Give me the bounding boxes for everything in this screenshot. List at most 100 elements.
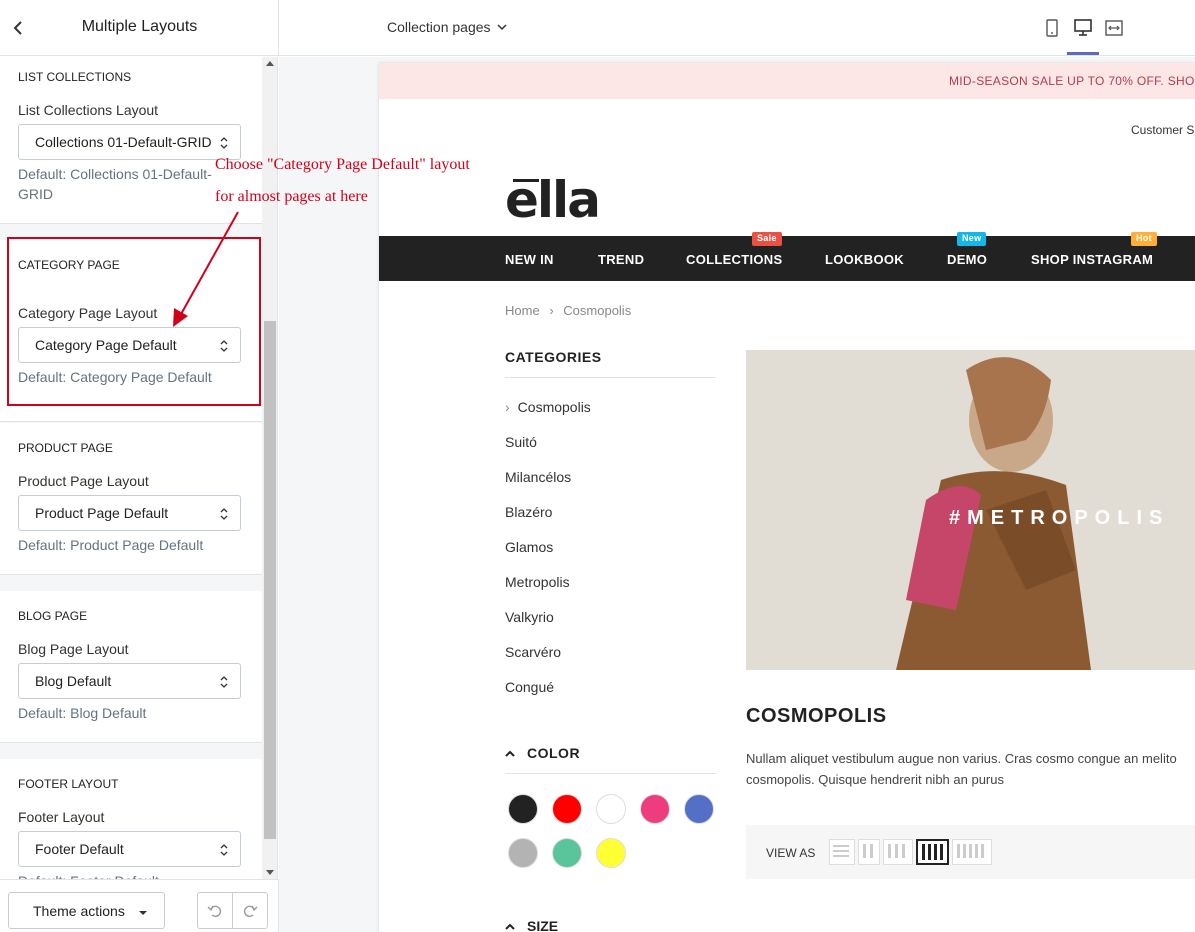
redo-button[interactable] xyxy=(232,893,267,928)
nav-item-shop-instagram[interactable]: SHOP INSTAGRAM Hot xyxy=(1031,232,1157,267)
select-value: Footer Default xyxy=(35,841,124,857)
section-heading: FOOTER LAYOUT xyxy=(18,777,119,791)
view-grid-4-button[interactable] xyxy=(916,839,949,865)
theme-actions-label: Theme actions xyxy=(33,903,125,919)
blog-page-layout-select[interactable]: Blog Default xyxy=(18,663,241,699)
field-label: List Collections Layout xyxy=(18,102,159,118)
color-swatch-blue[interactable] xyxy=(684,794,714,824)
category-item[interactable]: Valkyrio xyxy=(505,609,554,625)
list-view-icon xyxy=(833,845,849,857)
color-swatch-black[interactable] xyxy=(508,794,538,824)
page-type-label: Collection pages xyxy=(387,19,491,35)
scrollbar-thumb[interactable] xyxy=(264,321,276,839)
grid-2-icon xyxy=(863,844,873,858)
sale-badge: Sale xyxy=(752,232,782,246)
color-heading-label: COLOR xyxy=(527,745,581,761)
nav-label: COLLECTIONS xyxy=(686,252,783,267)
field-label: Blog Page Layout xyxy=(18,641,129,657)
nav-label: SHOP INSTAGRAM xyxy=(1031,252,1154,267)
sidebar-header: Multiple Layouts xyxy=(0,0,279,56)
category-item[interactable]: Suitó xyxy=(505,434,537,450)
page-title: Multiple Layouts xyxy=(81,18,198,35)
theme-actions-button[interactable]: Theme actions xyxy=(8,892,165,929)
category-item[interactable]: Glamos xyxy=(505,539,553,555)
category-item[interactable]: Blazéro xyxy=(505,504,552,520)
section-heading: BLOG PAGE xyxy=(18,609,88,623)
help-text: Default: Collections 01-Default-GRID xyxy=(18,166,212,202)
collection-title: COSMOPOLIS xyxy=(746,705,887,727)
view-list-button[interactable] xyxy=(829,839,855,865)
section-product-page: PRODUCT PAGE Product Page Layout Product… xyxy=(0,423,262,575)
mobile-view-button[interactable] xyxy=(1040,16,1064,40)
desktop-icon xyxy=(1074,19,1092,36)
hot-badge: Hot xyxy=(1131,232,1157,246)
logo-macron xyxy=(513,179,539,182)
footer-layout-select[interactable]: Footer Default xyxy=(18,831,241,867)
page-type-selector[interactable]: Collection pages xyxy=(387,19,507,35)
help-text: Default: Footer Default xyxy=(18,871,159,879)
color-swatch-red[interactable] xyxy=(552,794,582,824)
top-bar: Multiple Layouts Collection pages xyxy=(0,0,1195,56)
category-item[interactable]: › Cosmopolis xyxy=(505,399,591,415)
category-label: Cosmopolis xyxy=(517,399,591,415)
nav-item-demo[interactable]: DEMO New xyxy=(947,232,988,267)
list-collections-layout-select[interactable]: Collections 01-Default-GRID xyxy=(18,124,241,160)
size-filter-heading[interactable]: SIZE xyxy=(505,918,558,932)
view-grid-3-button[interactable] xyxy=(883,839,913,865)
nav-item-trend[interactable]: TREND xyxy=(598,252,644,267)
active-viewport-indicator xyxy=(1067,52,1099,55)
nav-label: DEMO xyxy=(947,252,988,267)
color-swatch-white[interactable] xyxy=(596,794,626,824)
nav-item-new-in[interactable]: NEW IN xyxy=(505,252,554,267)
view-grid-2-button[interactable] xyxy=(858,839,880,865)
fullscreen-view-button[interactable] xyxy=(1102,16,1126,40)
color-swatch-yellow[interactable] xyxy=(596,838,626,868)
customer-service-link[interactable]: Customer S xyxy=(1131,123,1194,137)
color-filter-heading[interactable]: COLOR xyxy=(505,745,716,774)
section-heading: LIST COLLECTIONS xyxy=(18,70,132,84)
field-label: Footer Layout xyxy=(18,809,105,825)
category-item[interactable]: Metropolis xyxy=(505,574,570,590)
scroll-up-arrow-icon[interactable] xyxy=(266,61,274,66)
category-item[interactable]: Congué xyxy=(505,679,554,695)
chevron-down-icon xyxy=(496,24,507,31)
breadcrumb-home[interactable]: Home xyxy=(505,303,540,318)
chevron-up-icon xyxy=(505,750,515,757)
annotation-text-line-1: Choose "Category Page Default" layout xyxy=(215,156,470,173)
banner-hashtag: #METROPOLIS xyxy=(949,507,1170,529)
promo-bar[interactable]: MID-SEASON SALE UP TO 70% OFF. SHOP xyxy=(379,63,1195,99)
category-item[interactable]: Milancélos xyxy=(505,469,571,485)
mobile-icon xyxy=(1046,19,1058,37)
select-value: Product Page Default xyxy=(35,505,169,521)
color-swatch-green[interactable] xyxy=(552,838,582,868)
color-swatch-pink[interactable] xyxy=(640,794,670,824)
grid-3-icon xyxy=(888,844,905,858)
select-value: Collections 01-Default-GRID xyxy=(35,134,212,150)
breadcrumb: Home › Cosmopolis xyxy=(505,303,631,318)
breadcrumb-current: Cosmopolis xyxy=(563,303,632,318)
breadcrumb-separator-icon: › xyxy=(549,303,554,318)
undo-button[interactable] xyxy=(198,893,232,928)
nav-item-collections[interactable]: COLLECTIONS Sale xyxy=(686,232,783,267)
grid-4-icon xyxy=(922,844,943,860)
fullwidth-icon xyxy=(1105,20,1123,36)
product-page-layout-select[interactable]: Product Page Default xyxy=(18,495,241,531)
store-preview: MID-SEASON SALE UP TO 70% OFF. SHOP Cust… xyxy=(379,63,1195,932)
collection-description: Nullam aliquet vestibulum augue non vari… xyxy=(746,751,1177,787)
category-item[interactable]: Scarvéro xyxy=(505,644,561,660)
undo-icon xyxy=(207,905,222,917)
view-grid-5-button[interactable] xyxy=(952,839,992,865)
desktop-view-button[interactable] xyxy=(1071,16,1095,40)
sidebar-scrollbar[interactable] xyxy=(262,57,278,879)
section-heading: PRODUCT PAGE xyxy=(18,441,113,455)
help-text: Default: Product Page Default xyxy=(18,537,204,553)
scroll-down-arrow-icon[interactable] xyxy=(266,870,274,875)
color-swatch-grey[interactable] xyxy=(508,838,538,868)
view-as-toolbar: VIEW AS xyxy=(746,825,1195,879)
categories-heading: CATEGORIES xyxy=(505,349,716,378)
select-arrows-icon xyxy=(220,844,228,856)
view-as-label: VIEW AS xyxy=(766,846,816,860)
settings-sidebar: LIST COLLECTIONS List Collections Layout… xyxy=(0,57,262,879)
nav-item-lookbook[interactable]: LOOKBOOK xyxy=(825,252,904,267)
annotation-text-line-2: for almost pages at here xyxy=(215,188,368,205)
